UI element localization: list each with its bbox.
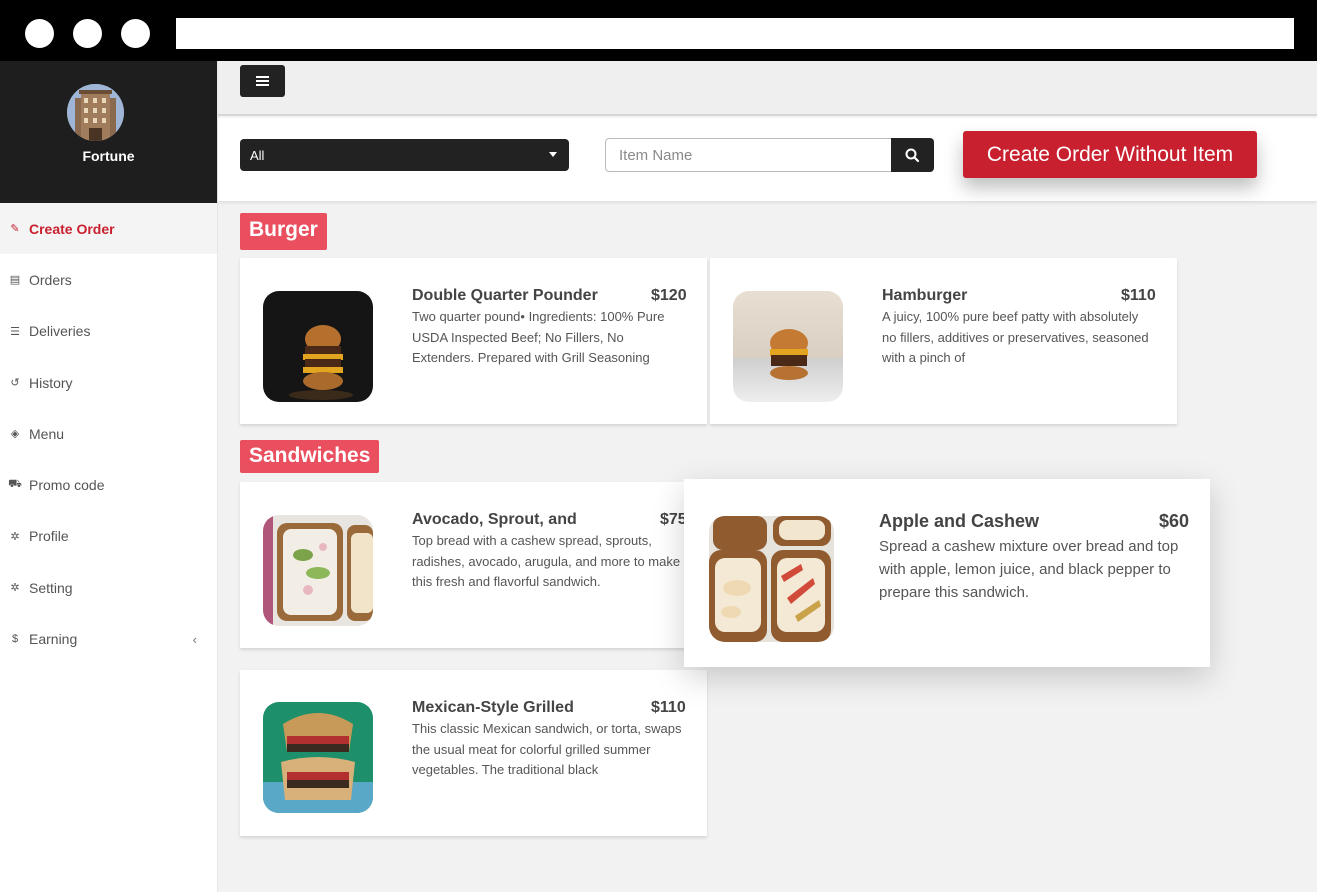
sidebar-item-label: Profile (29, 528, 69, 545)
category-title-sandwiches: Sandwiches (240, 440, 380, 473)
profile-name: Fortune (82, 148, 135, 164)
sidebar-item-history[interactable]: ↺ History (0, 357, 217, 408)
create-order-without-item-button[interactable]: Create Order Without Item (963, 131, 1257, 178)
menu-item-card[interactable]: Hamburger $110 A juicy, 100% pure beef p… (710, 258, 1177, 424)
sidebar-item-orders[interactable]: ▤ Orders (0, 254, 217, 305)
profile-header: Fortune (0, 61, 217, 203)
sidebar-item-label: Create Order (29, 220, 115, 237)
box-icon: ◈ (10, 428, 20, 441)
list-bars-icon: ☰ (10, 325, 20, 338)
menu-toggle-button[interactable] (240, 65, 285, 97)
filter-bar: All Create Order Without Item (218, 118, 1317, 201)
sidebar: Fortune ✎ Create Order ▤ Orders ☰ Delive… (0, 61, 218, 892)
item-name: Double Quarter Pounder (412, 287, 598, 304)
item-description: Spread a cashew mixture over bread and t… (879, 538, 1179, 601)
sidebar-item-label: Orders (29, 271, 72, 288)
sidebar-item-label: Promo code (29, 477, 105, 494)
chevron-left-icon[interactable]: ‹ (193, 632, 197, 647)
sidebar-item-label: Earning (29, 631, 78, 648)
avatar[interactable] (67, 84, 124, 141)
item-description: Two quarter pound• Ingredients: 100% Pur… (412, 309, 665, 365)
sidebar-item-profile[interactable]: ✲ Profile (0, 511, 217, 562)
food-image (263, 702, 373, 813)
item-price: $75 (660, 511, 687, 528)
sidebar-item-deliveries[interactable]: ☰ Deliveries (0, 306, 217, 357)
sidebar-item-create-order[interactable]: ✎ Create Order (0, 203, 217, 255)
sidebar-item-label: Menu (29, 425, 65, 442)
edit-icon: ✎ (10, 223, 20, 236)
window-maximize-dot[interactable] (121, 19, 150, 48)
sidebar-item-label: History (29, 374, 73, 391)
caret-down-icon (549, 152, 557, 157)
item-name: Avocado, Sprout, and (412, 511, 577, 528)
sidebar-item-label: Deliveries (29, 323, 91, 340)
gear-icon: ✲ (10, 530, 20, 543)
search-icon (905, 148, 920, 163)
search-input[interactable] (605, 138, 892, 172)
dollar-icon: $ (11, 633, 19, 646)
sidebar-item-menu[interactable]: ◈ Menu (0, 408, 217, 459)
menu-item-card[interactable]: Double Quarter Pounder $120 Two quarter … (240, 258, 707, 424)
food-image (709, 516, 834, 642)
food-image (263, 515, 373, 626)
sidebar-item-earning[interactable]: $ Earning ‹ (0, 613, 217, 664)
food-image (263, 291, 373, 402)
list-icon: ▤ (9, 274, 21, 287)
item-price: $110 (651, 699, 686, 716)
cart-icon: ⛟ (8, 478, 22, 491)
sidebar-item-promo-code[interactable]: ⛟ Promo code (0, 459, 217, 510)
item-price: $120 (651, 287, 687, 304)
history-icon: ↺ (10, 377, 20, 390)
category-title-burger: Burger (240, 213, 327, 250)
item-name: Apple and Cashew (879, 511, 1040, 531)
item-description: Top bread with a cashew spread, sprouts,… (412, 533, 681, 589)
menu-item-card[interactable]: Avocado, Sprout, and $75 Top bread with … (240, 482, 707, 648)
sidebar-item-label: Setting (29, 579, 73, 596)
search-button[interactable] (891, 138, 934, 172)
item-price: $60 (1159, 511, 1190, 531)
category-select[interactable]: All (240, 139, 569, 171)
top-bar (218, 61, 1317, 116)
window-close-dot[interactable] (25, 19, 54, 48)
browser-chrome (0, 0, 1317, 61)
item-description: This classic Mexican sandwich, or torta,… (412, 721, 682, 777)
item-name: Hamburger (882, 287, 968, 304)
menu-item-card-hovered[interactable]: Apple and Cashew $60 Spread a cashew mix… (684, 479, 1210, 667)
sidebar-item-setting[interactable]: ✲ Setting (0, 562, 217, 613)
address-bar[interactable] (176, 18, 1294, 49)
food-image (733, 291, 843, 402)
gear-icon: ✲ (10, 582, 20, 595)
item-price: $110 (1121, 287, 1156, 304)
item-description: A juicy, 100% pure beef patty with absol… (882, 309, 1149, 365)
item-name: Mexican-Style Grilled (412, 699, 574, 716)
category-select-value: All (250, 148, 265, 163)
window-minimize-dot[interactable] (73, 19, 102, 48)
menu-item-card[interactable]: Mexican-Style Grilled $110 This classic … (240, 670, 707, 836)
